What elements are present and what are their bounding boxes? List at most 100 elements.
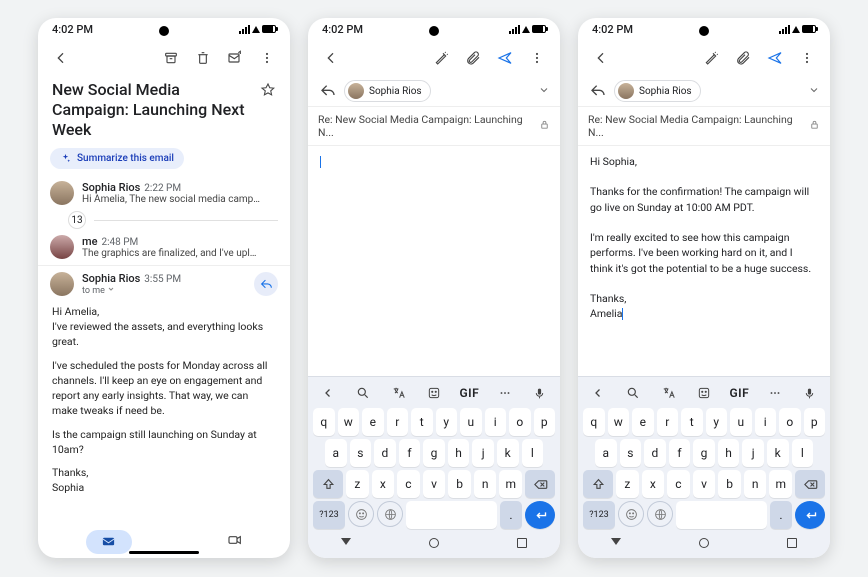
recipient-chip[interactable]: Sophia Rios bbox=[344, 80, 431, 102]
subject-row[interactable]: Re: New Social Media Campaign: Launching… bbox=[578, 107, 830, 146]
key-q[interactable]: q bbox=[583, 408, 605, 436]
compose-body-input[interactable] bbox=[308, 146, 560, 376]
kbd-translate-icon[interactable] bbox=[388, 382, 410, 404]
key-g[interactable]: g bbox=[693, 439, 715, 467]
key-shift[interactable] bbox=[313, 470, 343, 498]
key-backspace[interactable] bbox=[795, 470, 825, 498]
nav-meet-tab[interactable] bbox=[227, 532, 243, 551]
nav-recents[interactable] bbox=[517, 538, 527, 548]
key-z[interactable]: z bbox=[616, 470, 639, 498]
kbd-gif-button[interactable]: GIF bbox=[458, 382, 480, 404]
key-s[interactable]: s bbox=[350, 439, 372, 467]
key-a[interactable]: a bbox=[325, 439, 347, 467]
kbd-mic-icon[interactable] bbox=[529, 382, 551, 404]
magic-write-button[interactable] bbox=[428, 45, 454, 71]
key-b[interactable]: b bbox=[718, 470, 741, 498]
key-w[interactable]: w bbox=[338, 408, 360, 436]
overflow-menu-button[interactable] bbox=[254, 45, 280, 71]
key-u[interactable]: u bbox=[460, 408, 482, 436]
key-j[interactable]: j bbox=[742, 439, 764, 467]
key-x[interactable]: x bbox=[642, 470, 665, 498]
key-o[interactable]: o bbox=[509, 408, 531, 436]
key-m[interactable]: m bbox=[769, 470, 792, 498]
nav-hide-keyboard[interactable] bbox=[611, 538, 621, 548]
key-globe[interactable] bbox=[377, 501, 403, 527]
nav-home[interactable] bbox=[429, 538, 439, 548]
message-expanded-header[interactable]: Sophia Rios3:55 PM to me bbox=[38, 265, 290, 302]
key-x[interactable]: x bbox=[372, 470, 395, 498]
key-e[interactable]: e bbox=[362, 408, 384, 436]
key-v[interactable]: v bbox=[693, 470, 716, 498]
key-y[interactable]: y bbox=[436, 408, 458, 436]
nav-recents[interactable] bbox=[787, 538, 797, 548]
key-j[interactable]: j bbox=[472, 439, 494, 467]
to-row[interactable]: Sophia Rios bbox=[578, 76, 830, 107]
reply-mode-icon[interactable] bbox=[588, 81, 608, 101]
message-collapsed[interactable]: Sophia Rios2:22 PM Hi Amelia, The new so… bbox=[38, 175, 290, 211]
key-c[interactable]: c bbox=[397, 470, 420, 498]
subject-row[interactable]: Re: New Social Media Campaign: Launching… bbox=[308, 107, 560, 146]
key-f[interactable]: f bbox=[399, 439, 421, 467]
expand-recipients-button[interactable] bbox=[808, 84, 820, 99]
key-emoji[interactable] bbox=[348, 501, 374, 527]
send-button[interactable] bbox=[762, 45, 788, 71]
back-button[interactable] bbox=[588, 45, 614, 71]
message-collapsed[interactable]: me2:48 PM The graphics are finalized, an… bbox=[38, 229, 290, 265]
expand-recipients-button[interactable] bbox=[538, 84, 550, 99]
key-d[interactable]: d bbox=[374, 439, 396, 467]
key-numbers[interactable]: ?123 bbox=[583, 501, 615, 529]
kbd-more-icon[interactable] bbox=[764, 382, 786, 404]
key-e[interactable]: e bbox=[632, 408, 654, 436]
key-o[interactable]: o bbox=[779, 408, 801, 436]
kbd-mic-icon[interactable] bbox=[799, 382, 821, 404]
attach-button[interactable] bbox=[730, 45, 756, 71]
star-button[interactable] bbox=[260, 82, 276, 101]
kbd-sticker-icon[interactable] bbox=[423, 382, 445, 404]
key-w[interactable]: w bbox=[608, 408, 630, 436]
mark-unread-button[interactable] bbox=[222, 45, 248, 71]
key-k[interactable]: k bbox=[497, 439, 519, 467]
key-u[interactable]: u bbox=[730, 408, 752, 436]
key-h[interactable]: h bbox=[718, 439, 740, 467]
key-l[interactable]: l bbox=[522, 439, 544, 467]
key-numbers[interactable]: ?123 bbox=[313, 501, 345, 529]
key-k[interactable]: k bbox=[767, 439, 789, 467]
key-g[interactable]: g bbox=[423, 439, 445, 467]
overflow-menu-button[interactable] bbox=[794, 45, 820, 71]
key-globe[interactable] bbox=[647, 501, 673, 527]
back-button[interactable] bbox=[318, 45, 344, 71]
key-v[interactable]: v bbox=[423, 470, 446, 498]
send-button[interactable] bbox=[492, 45, 518, 71]
key-s[interactable]: s bbox=[620, 439, 642, 467]
collapsed-count-separator[interactable]: 13 bbox=[38, 211, 290, 229]
key-n[interactable]: n bbox=[474, 470, 497, 498]
quick-reply-button[interactable] bbox=[254, 272, 278, 296]
key-y[interactable]: y bbox=[706, 408, 728, 436]
recipient-chip[interactable]: Sophia Rios bbox=[614, 80, 701, 102]
compose-body-input[interactable]: Hi Sophia, Thanks for the confirmation! … bbox=[578, 146, 830, 376]
kbd-more-icon[interactable] bbox=[494, 382, 516, 404]
key-enter[interactable] bbox=[795, 501, 825, 529]
kbd-back-icon[interactable] bbox=[317, 382, 339, 404]
key-p[interactable]: p bbox=[534, 408, 556, 436]
delete-button[interactable] bbox=[190, 45, 216, 71]
key-p[interactable]: p bbox=[804, 408, 826, 436]
to-row[interactable]: Sophia Rios bbox=[308, 76, 560, 107]
key-a[interactable]: a bbox=[595, 439, 617, 467]
key-r[interactable]: r bbox=[387, 408, 409, 436]
key-f[interactable]: f bbox=[669, 439, 691, 467]
nav-hide-keyboard[interactable] bbox=[341, 538, 351, 548]
gesture-bar[interactable] bbox=[129, 551, 199, 554]
reply-mode-icon[interactable] bbox=[318, 81, 338, 101]
kbd-sticker-icon[interactable] bbox=[693, 382, 715, 404]
key-q[interactable]: q bbox=[313, 408, 335, 436]
key-r[interactable]: r bbox=[657, 408, 679, 436]
key-d[interactable]: d bbox=[644, 439, 666, 467]
key-space[interactable] bbox=[406, 501, 497, 529]
key-c[interactable]: c bbox=[667, 470, 690, 498]
key-z[interactable]: z bbox=[346, 470, 369, 498]
summarize-chip[interactable]: Summarize this email bbox=[50, 148, 184, 169]
kbd-gif-button[interactable]: GIF bbox=[728, 382, 750, 404]
kbd-translate-icon[interactable] bbox=[658, 382, 680, 404]
key-m[interactable]: m bbox=[499, 470, 522, 498]
